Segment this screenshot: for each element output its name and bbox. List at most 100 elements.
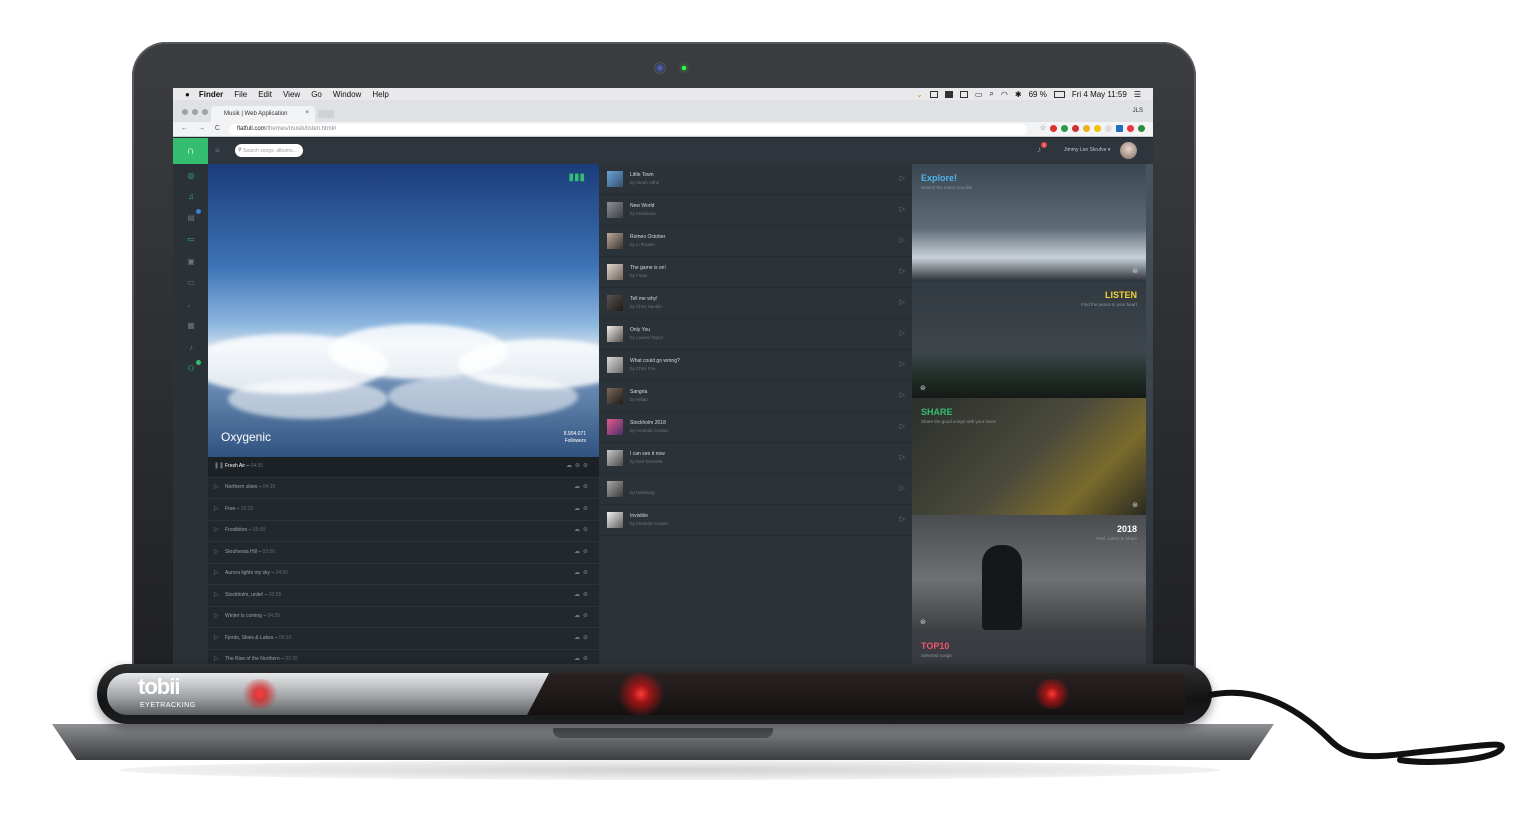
url-bar[interactable]: flatfull.com/themes/musik/listen.html# xyxy=(229,124,1027,135)
play-icon[interactable]: ▷ xyxy=(214,526,219,533)
track-actions-icon[interactable]: ☁⊕ xyxy=(574,591,591,598)
track-row[interactable]: ▷ Free – 02:25 ☁⊕ xyxy=(208,500,599,521)
track-actions-icon[interactable]: ☁⊕⊕ xyxy=(566,462,591,469)
track-actions-icon[interactable]: ☁⊕ xyxy=(574,548,591,555)
extension-icon[interactable] xyxy=(1072,125,1079,132)
status-app-icon[interactable] xyxy=(959,90,968,98)
menu-toggle-icon[interactable]: ≡ xyxy=(215,146,220,155)
note-icon[interactable]: ♪ xyxy=(185,342,197,354)
apple-icon[interactable]: ● xyxy=(185,90,190,99)
track-actions-icon[interactable]: ☁⊕ xyxy=(574,569,591,576)
maximize-window-icon[interactable] xyxy=(202,109,208,115)
bookmark-star-icon[interactable]: ☆ xyxy=(1040,125,1046,132)
menu-edit[interactable]: Edit xyxy=(258,90,272,99)
track-row[interactable]: ▷ Northern skies – 04:15 ☁⊕ xyxy=(208,478,599,499)
track-row[interactable]: ▷ Winter is coming – 04:35 ☁⊕ xyxy=(208,607,599,628)
airplay-icon[interactable]: ▭ xyxy=(975,90,983,99)
scroll-strip[interactable] xyxy=(1146,164,1153,678)
year-card[interactable]: 2018 Feel, Listen & Share ⊛ xyxy=(912,515,1146,632)
track-row[interactable]: ▷ Stockholm, unite! – 02:55 ☁⊕ xyxy=(208,586,599,607)
spotlight-icon[interactable]: ⌕ xyxy=(989,89,993,99)
track-actions-icon[interactable]: ☁⊕ xyxy=(574,634,591,641)
headphones-logo-icon[interactable]: ∩ xyxy=(173,138,208,164)
play-icon[interactable]: ▷ xyxy=(900,298,905,306)
song-item[interactable]: Invisible by Amanda Conlan ▷ xyxy=(599,505,912,536)
new-tab-button[interactable] xyxy=(318,110,334,118)
play-icon[interactable]: ▷ xyxy=(900,484,905,492)
grid-icon[interactable]: ▦ xyxy=(185,320,197,332)
play-icon[interactable]: ▷ xyxy=(214,591,219,598)
extension-icon[interactable] xyxy=(1127,125,1134,132)
song-item[interactable]: Sangria by Millan ▷ xyxy=(599,381,912,412)
track-actions-icon[interactable]: ☁⊕ xyxy=(574,612,591,619)
track-actions-icon[interactable]: ☁⊕ xyxy=(574,483,591,490)
play-icon[interactable]: ▷ xyxy=(900,422,905,430)
bluetooth-icon[interactable]: ✱ xyxy=(1015,90,1022,99)
track-actions-icon[interactable]: ☁⊕ xyxy=(574,655,591,662)
track-row[interactable]: ▷ Frostbiten – 05:00 ☁⊕ xyxy=(208,521,599,542)
friends-icon[interactable]: ⚇ xyxy=(185,360,201,375)
menu-go[interactable]: Go xyxy=(311,90,322,99)
track-row[interactable]: ▷ Aurora lights my sky – 04:05 ☁⊕ xyxy=(208,564,599,585)
listen-card[interactable]: LISTEN Find the peace in your heart ⊛ xyxy=(912,281,1146,398)
status-app-icon[interactable] xyxy=(929,90,938,98)
menu-window[interactable]: Window xyxy=(333,90,361,99)
notification-center-icon[interactable]: ☰ xyxy=(1134,90,1141,99)
song-item[interactable]: What could go wrong? by Chris Fox ▷ xyxy=(599,350,912,381)
pause-icon[interactable]: ❚❚ xyxy=(214,462,224,469)
minimize-window-icon[interactable] xyxy=(192,109,198,115)
play-icon[interactable]: ▷ xyxy=(900,329,905,337)
play-icon[interactable]: ▷ xyxy=(214,505,219,512)
track-actions-icon[interactable]: ☁⊕ xyxy=(574,505,591,512)
share-card[interactable]: SHARE Share the good songs with your lov… xyxy=(912,398,1146,515)
play-icon[interactable]: ▷ xyxy=(900,515,905,523)
close-window-icon[interactable] xyxy=(182,109,188,115)
user-menu[interactable]: Jimmy Lee Skrufve ▾ xyxy=(1064,147,1110,153)
play-icon[interactable]: ▷ xyxy=(900,205,905,213)
song-item[interactable]: Little Town by Steph Adhe ▷ xyxy=(599,164,912,195)
arrow-right-circle-icon[interactable]: ⊛ xyxy=(1132,267,1138,275)
battery-icon[interactable] xyxy=(1053,90,1065,98)
extension-icon[interactable] xyxy=(1116,125,1123,132)
arrow-right-circle-icon[interactable]: ⊛ xyxy=(920,384,926,392)
menu-help[interactable]: Help xyxy=(372,90,388,99)
menu-finder[interactable]: Finder xyxy=(199,90,223,99)
list-icon[interactable]: ≔ xyxy=(185,234,197,246)
inbox-icon[interactable]: ▤ xyxy=(185,209,201,224)
play-icon[interactable]: ▷ xyxy=(214,634,219,641)
menu-view[interactable]: View xyxy=(283,90,300,99)
arrow-right-circle-icon[interactable]: ⊛ xyxy=(920,618,926,626)
play-icon[interactable]: ▷ xyxy=(214,612,219,619)
search-input[interactable]: ⚲ Search songs, albums... xyxy=(235,144,303,157)
battery-percent[interactable]: 69 % xyxy=(1029,90,1047,99)
extension-icon[interactable] xyxy=(1105,125,1112,132)
menu-file[interactable]: File xyxy=(234,90,247,99)
clock[interactable]: Fri 4 May 11:59 xyxy=(1072,90,1127,99)
extension-icon[interactable] xyxy=(1094,125,1101,132)
song-item[interactable]: Tell me why! by Chris Sandie ▷ xyxy=(599,288,912,319)
play-icon[interactable]: ▷ xyxy=(214,548,219,555)
arrow-right-circle-icon[interactable]: ⊛ xyxy=(1132,501,1138,509)
tab-close-icon[interactable]: × xyxy=(305,110,309,116)
extension-icon[interactable] xyxy=(1050,125,1057,132)
music-note-icon[interactable]: ♫ xyxy=(185,191,197,203)
song-item[interactable]: Stockholm 2018 by Amanda Conlan ▷ xyxy=(599,412,912,443)
discover-icon[interactable]: ◎ xyxy=(185,170,197,182)
play-icon[interactable]: ▷ xyxy=(900,391,905,399)
play-icon[interactable]: ▷ xyxy=(900,267,905,275)
song-item[interactable]: I can see it now by Dan Doerzek ▷ xyxy=(599,443,912,474)
avatar[interactable] xyxy=(1120,142,1137,159)
play-icon[interactable]: ▷ xyxy=(900,236,905,244)
extension-icon[interactable] xyxy=(1083,125,1090,132)
status-icon[interactable]: ⌄ xyxy=(916,90,923,99)
album-icon[interactable]: ▣ xyxy=(185,256,197,268)
track-row[interactable]: ▷ Fjords, Skies & Lakes – 05:10 ☁⊕ xyxy=(208,629,599,650)
song-item[interactable]: New World by Anastasia ▷ xyxy=(599,195,912,226)
explore-card[interactable]: Explore! Search the music you like ⊛ xyxy=(912,164,1146,281)
song-item[interactable]: The game is on! by Foam ▷ xyxy=(599,257,912,288)
album-hero[interactable]: ▮▮▮ Oxygenic 8.904.071 Followers xyxy=(208,164,599,457)
browser-tab[interactable]: Musik | Web Application × xyxy=(211,106,315,122)
song-item[interactable]: Romeo October by Li Rousin ▷ xyxy=(599,226,912,257)
play-icon[interactable]: ▷ xyxy=(214,569,219,576)
play-icon[interactable]: ▷ xyxy=(214,483,219,490)
